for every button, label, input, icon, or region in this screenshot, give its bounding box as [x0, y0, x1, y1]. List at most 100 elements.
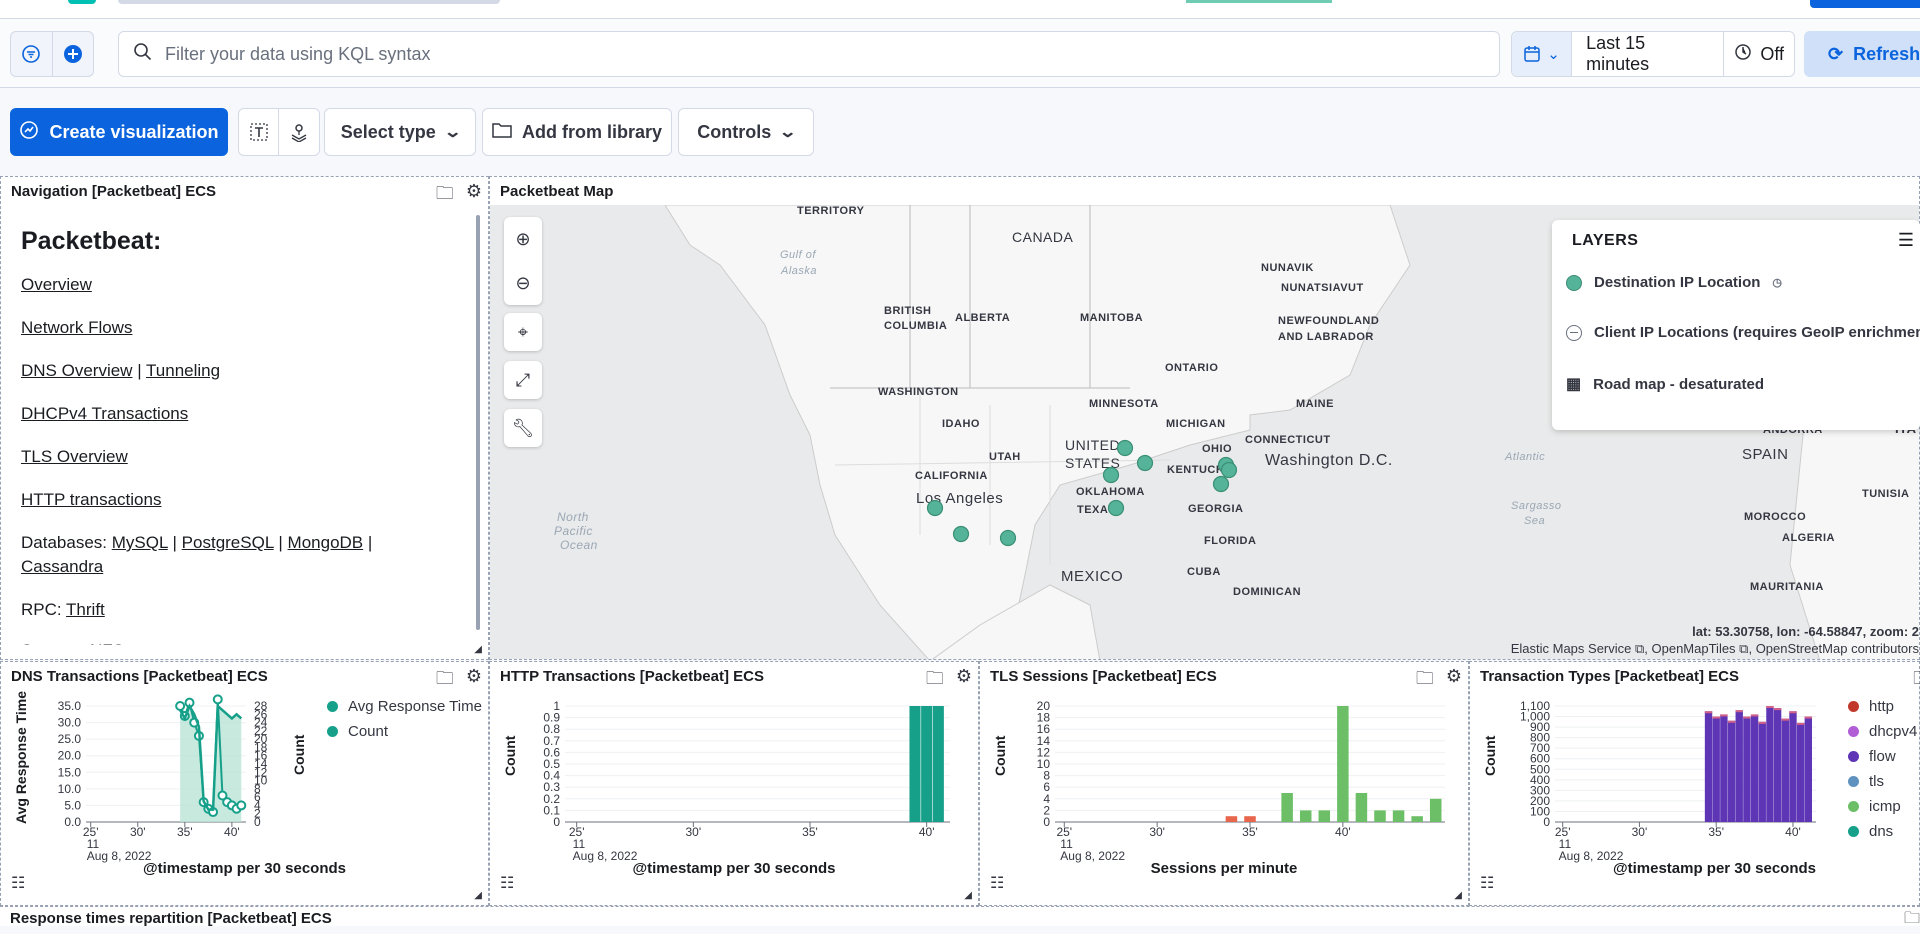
bar-red — [1225, 816, 1238, 822]
legend-toggle-icon[interactable]: ☷ — [990, 873, 1004, 893]
map-label: CALIFORNIA — [915, 470, 988, 482]
link-cassandra[interactable]: Cassandra — [21, 557, 103, 576]
legend-item[interactable]: http — [1848, 698, 1917, 715]
calendar-icon[interactable]: ⌄ — [1512, 32, 1573, 76]
bar-top-segment — [1743, 716, 1751, 719]
chart-legend: Avg Response Time Count — [327, 698, 482, 740]
legend-swatch — [1848, 801, 1859, 812]
resize-handle[interactable]: ◢ — [964, 890, 972, 901]
breadcrumb-tab[interactable] — [118, 0, 500, 4]
link-thrift[interactable]: Thrift — [66, 600, 105, 619]
resize-handle[interactable]: ◢ — [1454, 890, 1462, 901]
add-from-library-button[interactable]: Add from library — [482, 108, 672, 156]
query-bar: ⌄ Last 15 minutes Off ⟳ Refresh — [0, 19, 1920, 88]
link-mongodb[interactable]: MongoDB — [288, 533, 364, 552]
fullscreen-button[interactable]: ⤢ — [504, 361, 542, 399]
tools-button[interactable]: 🔧︎ — [504, 409, 542, 447]
time-range-label[interactable]: Last 15 minutes — [1572, 32, 1725, 76]
resize-handle[interactable]: ◢ — [474, 644, 482, 655]
layer-client-ip[interactable]: Client IP Locations (requires GeoIP enri… — [1566, 324, 1920, 341]
map-label: WASHINGTON — [878, 386, 959, 398]
layer-destination-ip[interactable]: Destination IP Location ◷ — [1566, 274, 1782, 291]
link-http[interactable]: HTTP transactions — [21, 490, 161, 509]
legend-swatch — [1848, 751, 1859, 762]
legend-item[interactable]: Count — [327, 723, 482, 740]
map-label: ALGERIA — [1782, 532, 1835, 544]
attribution-ems[interactable]: Elastic Maps Service — [1511, 641, 1632, 656]
link-tunneling[interactable]: Tunneling — [146, 361, 220, 380]
legend-item[interactable]: tls — [1848, 773, 1917, 790]
navigation-panel: Navigation [Packetbeat] ECS 🗀 ⚙ Packetbe… — [0, 176, 489, 660]
http-transactions-panel: HTTP Transactions [Packetbeat] ECS 🗀 ⚙ Co… — [489, 661, 979, 906]
filter-menu-icon[interactable] — [11, 32, 53, 76]
create-visualization-button[interactable]: Create visualization — [10, 108, 228, 156]
legend-item[interactable]: Avg Response Time — [327, 698, 482, 715]
legend-label: Avg Response Time — [348, 698, 482, 715]
map-label: OKLAHOMA — [1076, 486, 1145, 498]
map-label: NUNATSIAVUT — [1281, 282, 1364, 294]
bar — [1299, 810, 1312, 822]
layers-panel: LAYERS ☰ Destination IP Location ◷ Clien… — [1552, 220, 1920, 430]
controls-button[interactable]: Controls ⌄ — [678, 108, 814, 156]
y-tick-label: 15.0 — [58, 765, 82, 779]
link-mysql[interactable]: MySQL — [112, 533, 168, 552]
crosshair-icon: ⌖ — [517, 321, 529, 342]
legend-toggle-icon[interactable]: ☷ — [500, 873, 514, 893]
layers-menu-icon[interactable]: ☰ — [1898, 230, 1914, 251]
panel-scrollbar[interactable] — [476, 215, 480, 630]
legend-toggle-icon[interactable]: ☷ — [1480, 873, 1494, 893]
legend-item[interactable]: flow — [1848, 748, 1917, 765]
map-layer-icon[interactable] — [279, 109, 319, 155]
link-dhcp[interactable]: DHCPv4 Transactions — [21, 404, 188, 423]
x-axis-label: Sessions per minute — [1150, 860, 1298, 877]
attribution-openmaptiles[interactable]: OpenMapTiles — [1652, 641, 1736, 656]
search-input[interactable] — [165, 43, 1465, 65]
layer-name: Client IP Locations (requires GeoIP enri… — [1594, 324, 1920, 341]
map-label: TEXAS — [1077, 504, 1117, 516]
link-tls[interactable]: TLS Overview — [21, 447, 128, 466]
link-postgresql[interactable]: PostgreSQL — [182, 533, 274, 552]
panel-folder-check-icon[interactable]: 🗀 — [1904, 907, 1920, 934]
panel-title: DNS Transactions [Packetbeat] ECS — [11, 668, 268, 685]
map-label: ONTARIO — [1165, 362, 1219, 374]
bar — [1789, 711, 1797, 822]
auto-refresh-toggle[interactable]: Off — [1724, 43, 1794, 66]
gear-icon[interactable]: ⚙ — [466, 181, 482, 211]
header-primary-button[interactable] — [1810, 0, 1920, 8]
layer-road-map[interactable]: ▦ Road map - desaturated — [1566, 374, 1764, 394]
layer-name: Road map - desaturated — [1593, 375, 1764, 393]
chart-legend: http dhcpv4 flow tls icmp dns — [1848, 698, 1917, 840]
time-picker[interactable]: ⌄ Last 15 minutes Off — [1511, 31, 1795, 77]
legend-item[interactable]: dns — [1848, 823, 1917, 840]
app-logo-tab[interactable] — [68, 0, 96, 4]
resize-handle[interactable]: ◢ — [474, 890, 482, 901]
panel-folder-check-icon[interactable]: 🗀 — [436, 181, 454, 211]
chevron-down-icon: ⌄ — [443, 124, 462, 141]
link-overview[interactable]: Overview — [21, 275, 92, 294]
refresh-button[interactable]: ⟳ Refresh — [1804, 31, 1920, 77]
select-type-button[interactable]: Select type ⌄ — [324, 108, 476, 156]
map-label: Alaska — [781, 265, 818, 277]
link-dns-overview[interactable]: DNS Overview — [21, 361, 132, 380]
link-network-flows[interactable]: Network Flows — [21, 318, 132, 337]
top-tab-strip — [0, 0, 1920, 19]
map-label: North — [557, 510, 589, 524]
set-view-button[interactable]: ⌖ — [504, 313, 542, 351]
legend-item[interactable]: icmp — [1848, 798, 1917, 815]
zoom-out-icon[interactable]: ⊖ — [515, 273, 530, 294]
map-label: UTAH — [989, 451, 1021, 463]
legend-item[interactable]: dhcpv4 — [1848, 723, 1917, 740]
panel-title: Packetbeat Map — [500, 183, 614, 200]
legend-toggle-icon[interactable]: ☷ — [11, 873, 25, 893]
map-label: Washington D.C. — [1265, 452, 1393, 469]
panel-title: TLS Sessions [Packetbeat] ECS — [990, 668, 1217, 685]
text-panel-icon[interactable] — [239, 109, 279, 155]
kql-search-field[interactable] — [118, 31, 1500, 77]
x-tick-label: 35' — [1242, 825, 1258, 839]
zoom-in-icon[interactable]: ⊕ — [515, 229, 530, 250]
attribution-osm[interactable]: OpenStreetMap contributors — [1756, 641, 1919, 656]
map-label: KENTUCKY — [1167, 464, 1233, 476]
bar — [1796, 722, 1805, 822]
y-tick-label: 1,100 — [1520, 699, 1550, 713]
add-filter-icon[interactable] — [53, 32, 94, 76]
